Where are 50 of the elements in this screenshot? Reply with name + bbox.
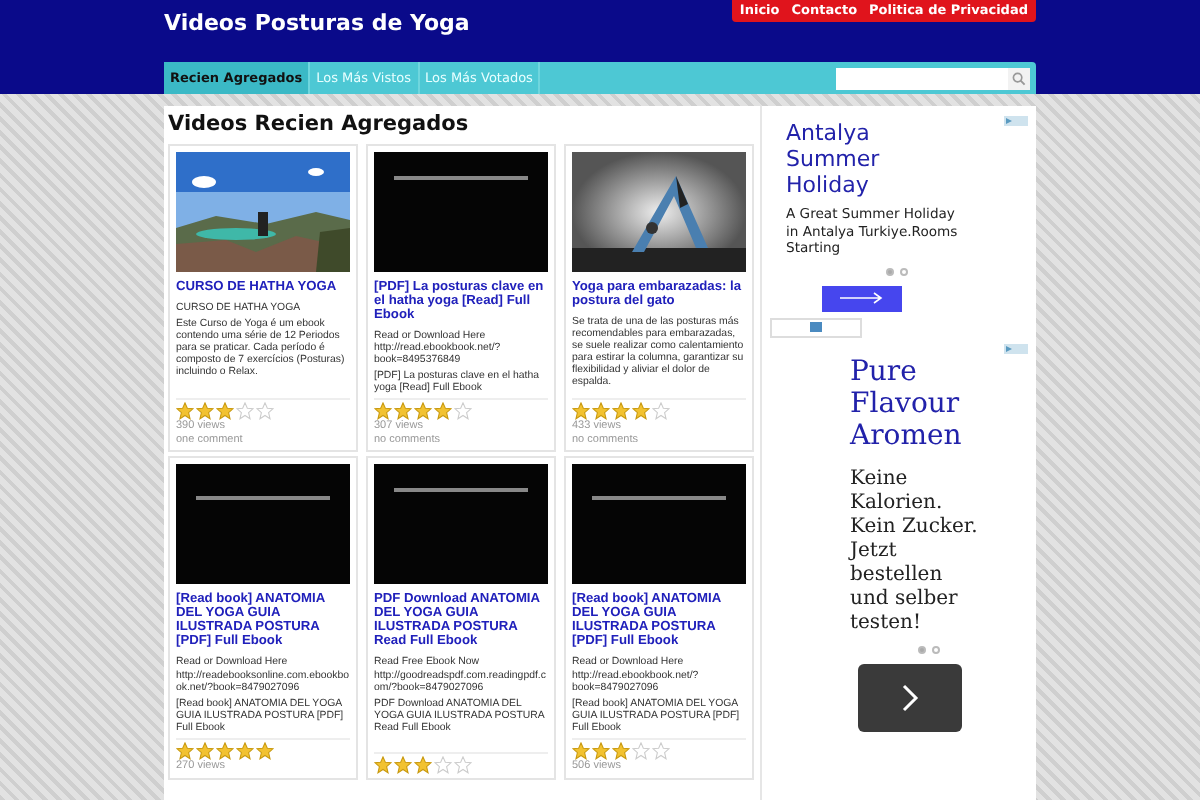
ad-next-button[interactable] (858, 663, 962, 731)
star-icon (394, 755, 412, 774)
star-icon (256, 402, 274, 421)
star-icon (592, 742, 610, 761)
ad-choices-icon[interactable] (1004, 343, 1028, 353)
info-icon (810, 322, 822, 332)
star-icon (414, 755, 432, 774)
search-field[interactable] (836, 67, 1008, 89)
search-icon (1012, 71, 1026, 85)
star-icon (394, 402, 412, 421)
star-icon (632, 742, 650, 761)
ad-text: Keine Kalorien. Kein Zucker. Jetzt bestellen und selber testen! (850, 467, 980, 635)
star-icon (176, 402, 194, 421)
star-icon (374, 402, 392, 421)
star-icon (572, 742, 590, 761)
star-icon (434, 755, 452, 774)
star-icon (652, 742, 670, 761)
carousel-dot[interactable] (918, 645, 926, 653)
chevron-icon (900, 683, 920, 711)
arrow-icon (840, 292, 884, 304)
carousel-dot[interactable] (886, 267, 894, 275)
star-icon (572, 402, 590, 421)
star-icon (454, 402, 472, 421)
star-icon (612, 402, 630, 421)
star-icon (196, 742, 214, 761)
ad-info-bar[interactable] (770, 317, 862, 337)
carousel-dot[interactable] (900, 267, 908, 275)
star-icon (236, 402, 254, 421)
star-icon (236, 742, 254, 761)
star-icon (256, 742, 274, 761)
ad-next-button[interactable] (822, 285, 902, 311)
star-icon (434, 402, 452, 421)
search-button[interactable] (1008, 67, 1030, 89)
section-title: Videos Recien Agregados (168, 112, 471, 136)
star-icon (454, 755, 472, 774)
star-icon (592, 402, 610, 421)
ad-title[interactable]: Antalya Summer Holiday (786, 120, 926, 198)
star-icon (196, 402, 214, 421)
star-icon (632, 402, 650, 421)
star-icon (216, 742, 234, 761)
star-icon (374, 755, 392, 774)
ad-choices-icon[interactable] (1004, 116, 1028, 126)
star-icon (176, 742, 194, 761)
star-icon (216, 402, 234, 421)
carousel-dot[interactable] (932, 645, 940, 653)
star-icon (414, 402, 432, 421)
site-title[interactable]: Videos Posturas de Yoga (164, 4, 470, 36)
star-icon (612, 742, 630, 761)
star-icon (652, 402, 670, 421)
ad-title[interactable]: Pure Flavour Aromen (850, 355, 982, 451)
